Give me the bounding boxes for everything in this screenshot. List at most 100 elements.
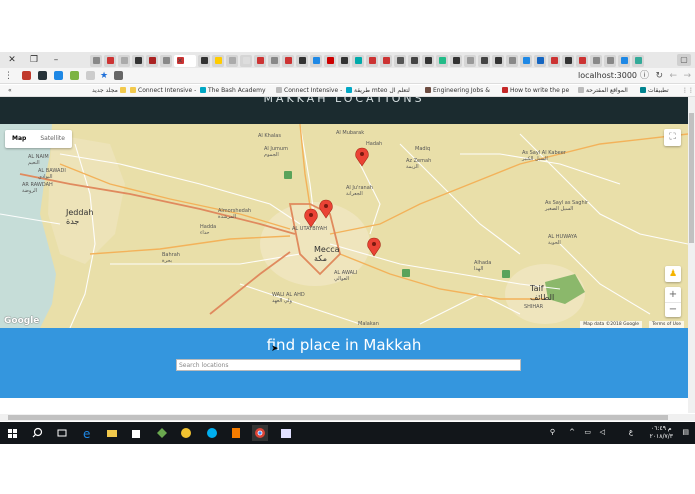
browser-tab[interactable] <box>534 55 546 67</box>
bookmark-item[interactable]: How to write the pe <box>502 85 569 97</box>
google-map[interactable]: #map svg g[data-name="map-markers"]{tran… <box>0 124 688 328</box>
browser-tab[interactable] <box>240 55 252 67</box>
google-logo[interactable]: Google <box>4 316 39 326</box>
app-icon[interactable] <box>178 425 194 441</box>
browser-tab[interactable] <box>226 55 238 67</box>
browser-tab[interactable] <box>324 55 336 67</box>
apps-grid-icon[interactable]: ⋮⋮ <box>682 85 694 97</box>
browser-tab[interactable]: ✕ <box>174 55 196 67</box>
chrome-icon[interactable] <box>252 425 268 441</box>
search-icon[interactable] <box>30 425 46 441</box>
browser-tab[interactable] <box>632 55 644 67</box>
zoom-out-button[interactable]: − <box>665 302 681 317</box>
browser-tab[interactable] <box>464 55 476 67</box>
browser-tab[interactable] <box>310 55 322 67</box>
browser-tab[interactable] <box>422 55 434 67</box>
browser-tab[interactable] <box>198 55 210 67</box>
bookmark-item[interactable]: Connect Intensive - <box>130 85 196 97</box>
address-bar-url[interactable]: localhost:3000 <box>578 69 637 83</box>
browser-tab[interactable] <box>618 55 630 67</box>
app-icon[interactable] <box>154 425 170 441</box>
menu-dots-icon[interactable]: ⋮ <box>4 69 13 83</box>
new-tab-button[interactable]: ▢ <box>677 54 691 66</box>
pegman-icon[interactable]: ♟ <box>665 266 681 282</box>
browser-tab[interactable] <box>352 55 364 67</box>
notifications-icon[interactable]: ▤ <box>682 428 689 436</box>
extension-icon[interactable] <box>86 71 95 80</box>
bookmark-item[interactable]: The Bash Academy <box>200 85 266 97</box>
bookmark-item[interactable]: المواقع المقترحة <box>578 85 628 97</box>
browser-tab[interactable] <box>492 55 504 67</box>
browser-tab[interactable] <box>394 55 406 67</box>
fullscreen-icon[interactable]: ⛶ <box>664 129 681 146</box>
bookmark-star-icon[interactable]: ★ <box>100 69 108 83</box>
map-type-map-button[interactable]: Map <box>5 130 33 148</box>
browser-tab[interactable] <box>548 55 560 67</box>
terms-of-use-link[interactable]: Terms of Use <box>649 321 684 328</box>
vertical-scroll-thumb[interactable] <box>689 113 694 243</box>
browser-tab[interactable] <box>268 55 280 67</box>
horizontal-scrollbar[interactable] <box>0 414 695 421</box>
back-icon[interactable]: → <box>683 69 691 83</box>
window-minimize-icon[interactable]: – <box>46 52 66 68</box>
browser-tab[interactable] <box>104 55 116 67</box>
bookmark-item[interactable]: مجلد جديد <box>92 85 128 97</box>
browser-tab[interactable] <box>296 55 308 67</box>
browser-tab[interactable] <box>282 55 294 67</box>
keyboard-language[interactable]: ع <box>629 428 633 436</box>
extension-icon[interactable] <box>114 71 123 80</box>
browser-tab[interactable] <box>146 55 158 67</box>
bookmark-item[interactable]: Engineering Jobs & <box>425 85 490 97</box>
map-type-satellite-button[interactable]: Satellite <box>33 130 72 148</box>
browser-tab[interactable] <box>520 55 532 67</box>
tab-close-icon[interactable]: ✕ <box>177 57 184 65</box>
forward-icon[interactable]: ← <box>669 69 677 83</box>
vertical-scrollbar[interactable] <box>688 97 695 413</box>
browser-tab[interactable] <box>160 55 172 67</box>
extension-icon[interactable] <box>22 71 31 80</box>
volume-icon[interactable]: ◁ <box>600 428 605 436</box>
info-icon[interactable]: ⓘ <box>640 69 649 83</box>
browser-tab[interactable] <box>132 55 144 67</box>
browser-tab[interactable] <box>576 55 588 67</box>
horizontal-scroll-thumb[interactable] <box>8 415 668 420</box>
browser-tab[interactable] <box>254 55 266 67</box>
file-explorer-icon[interactable] <box>104 425 120 441</box>
browser-tab[interactable] <box>506 55 518 67</box>
browser-tab[interactable] <box>450 55 462 67</box>
people-icon[interactable]: ⚲ <box>550 428 555 436</box>
extension-icon[interactable] <box>70 71 79 80</box>
skype-icon[interactable] <box>204 425 220 441</box>
bookmark-item[interactable]: تطبيقات <box>640 85 669 97</box>
edge-icon[interactable]: e <box>80 425 96 441</box>
browser-tab[interactable] <box>90 55 102 67</box>
browser-tab[interactable] <box>604 55 616 67</box>
reload-icon[interactable]: ↻ <box>655 69 663 83</box>
browser-tab[interactable] <box>408 55 420 67</box>
browser-tab[interactable] <box>590 55 602 67</box>
browser-tab[interactable] <box>380 55 392 67</box>
bookmarks-overflow-icon[interactable]: « <box>8 85 12 97</box>
browser-tab[interactable] <box>562 55 574 67</box>
browser-tab[interactable] <box>478 55 490 67</box>
browser-tab[interactable] <box>366 55 378 67</box>
extension-icon[interactable] <box>38 71 47 80</box>
store-icon[interactable] <box>128 425 144 441</box>
browser-tab[interactable] <box>338 55 350 67</box>
window-close-icon[interactable]: ✕ <box>2 52 22 68</box>
task-view-icon[interactable] <box>54 425 70 441</box>
window-restore-icon[interactable]: ❐ <box>24 52 44 68</box>
bookmark-item[interactable]: Connect Intensive - <box>276 85 342 97</box>
clock[interactable]: م ٠٦:٤٩ ٢٠١٨/٧/٣ <box>650 425 673 441</box>
bookmark-item[interactable]: طريقة mteo لتعلم ال <box>346 85 410 97</box>
windows-start-icon[interactable] <box>5 425 21 441</box>
browser-tab[interactable] <box>436 55 448 67</box>
browser-tab[interactable] <box>118 55 130 67</box>
extension-icon[interactable] <box>54 71 63 80</box>
search-input[interactable] <box>176 359 521 371</box>
app-icon[interactable] <box>278 425 294 441</box>
browser-tab[interactable] <box>212 55 224 67</box>
tray-chevron-icon[interactable]: ^ <box>569 428 575 436</box>
sublime-icon[interactable] <box>228 425 244 441</box>
network-icon[interactable]: ▭ <box>584 428 591 436</box>
